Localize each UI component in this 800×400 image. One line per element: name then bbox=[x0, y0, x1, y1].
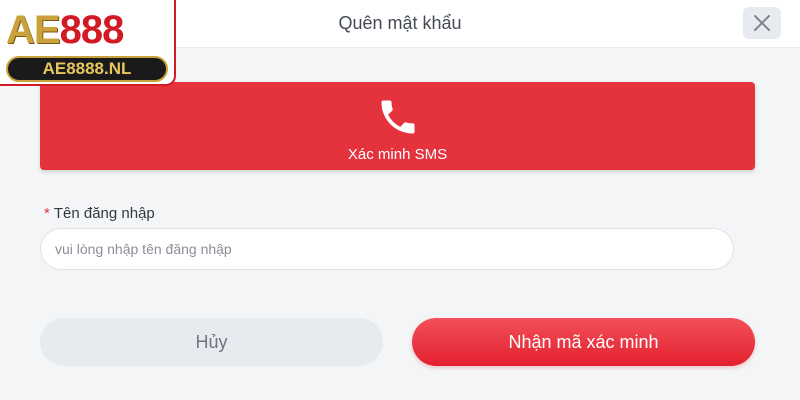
close-button[interactable] bbox=[743, 7, 781, 39]
phone-icon bbox=[370, 94, 426, 140]
get-verification-code-button[interactable]: Nhận mã xác minh bbox=[412, 318, 755, 366]
close-icon bbox=[754, 15, 770, 31]
logo-domain-badge: AE8888.NL bbox=[6, 56, 168, 82]
cancel-button[interactable]: Hủy bbox=[40, 318, 383, 366]
logo-ae: AE bbox=[6, 8, 61, 52]
required-mark: * bbox=[44, 205, 50, 222]
username-label-text: Tên đăng nhập bbox=[53, 205, 155, 222]
username-input-wrapper bbox=[40, 228, 734, 270]
username-input[interactable] bbox=[41, 229, 733, 269]
sms-option-label: Xác minh SMS bbox=[347, 146, 448, 163]
sms-verification-option[interactable]: Xác minh SMS bbox=[40, 82, 755, 170]
logo-wordmark: AE888 bbox=[6, 8, 125, 53]
brand-logo: AE888 AE8888.NL bbox=[0, 0, 176, 86]
username-label: * Tên đăng nhập bbox=[44, 205, 155, 222]
logo-number: 888 bbox=[59, 8, 125, 52]
